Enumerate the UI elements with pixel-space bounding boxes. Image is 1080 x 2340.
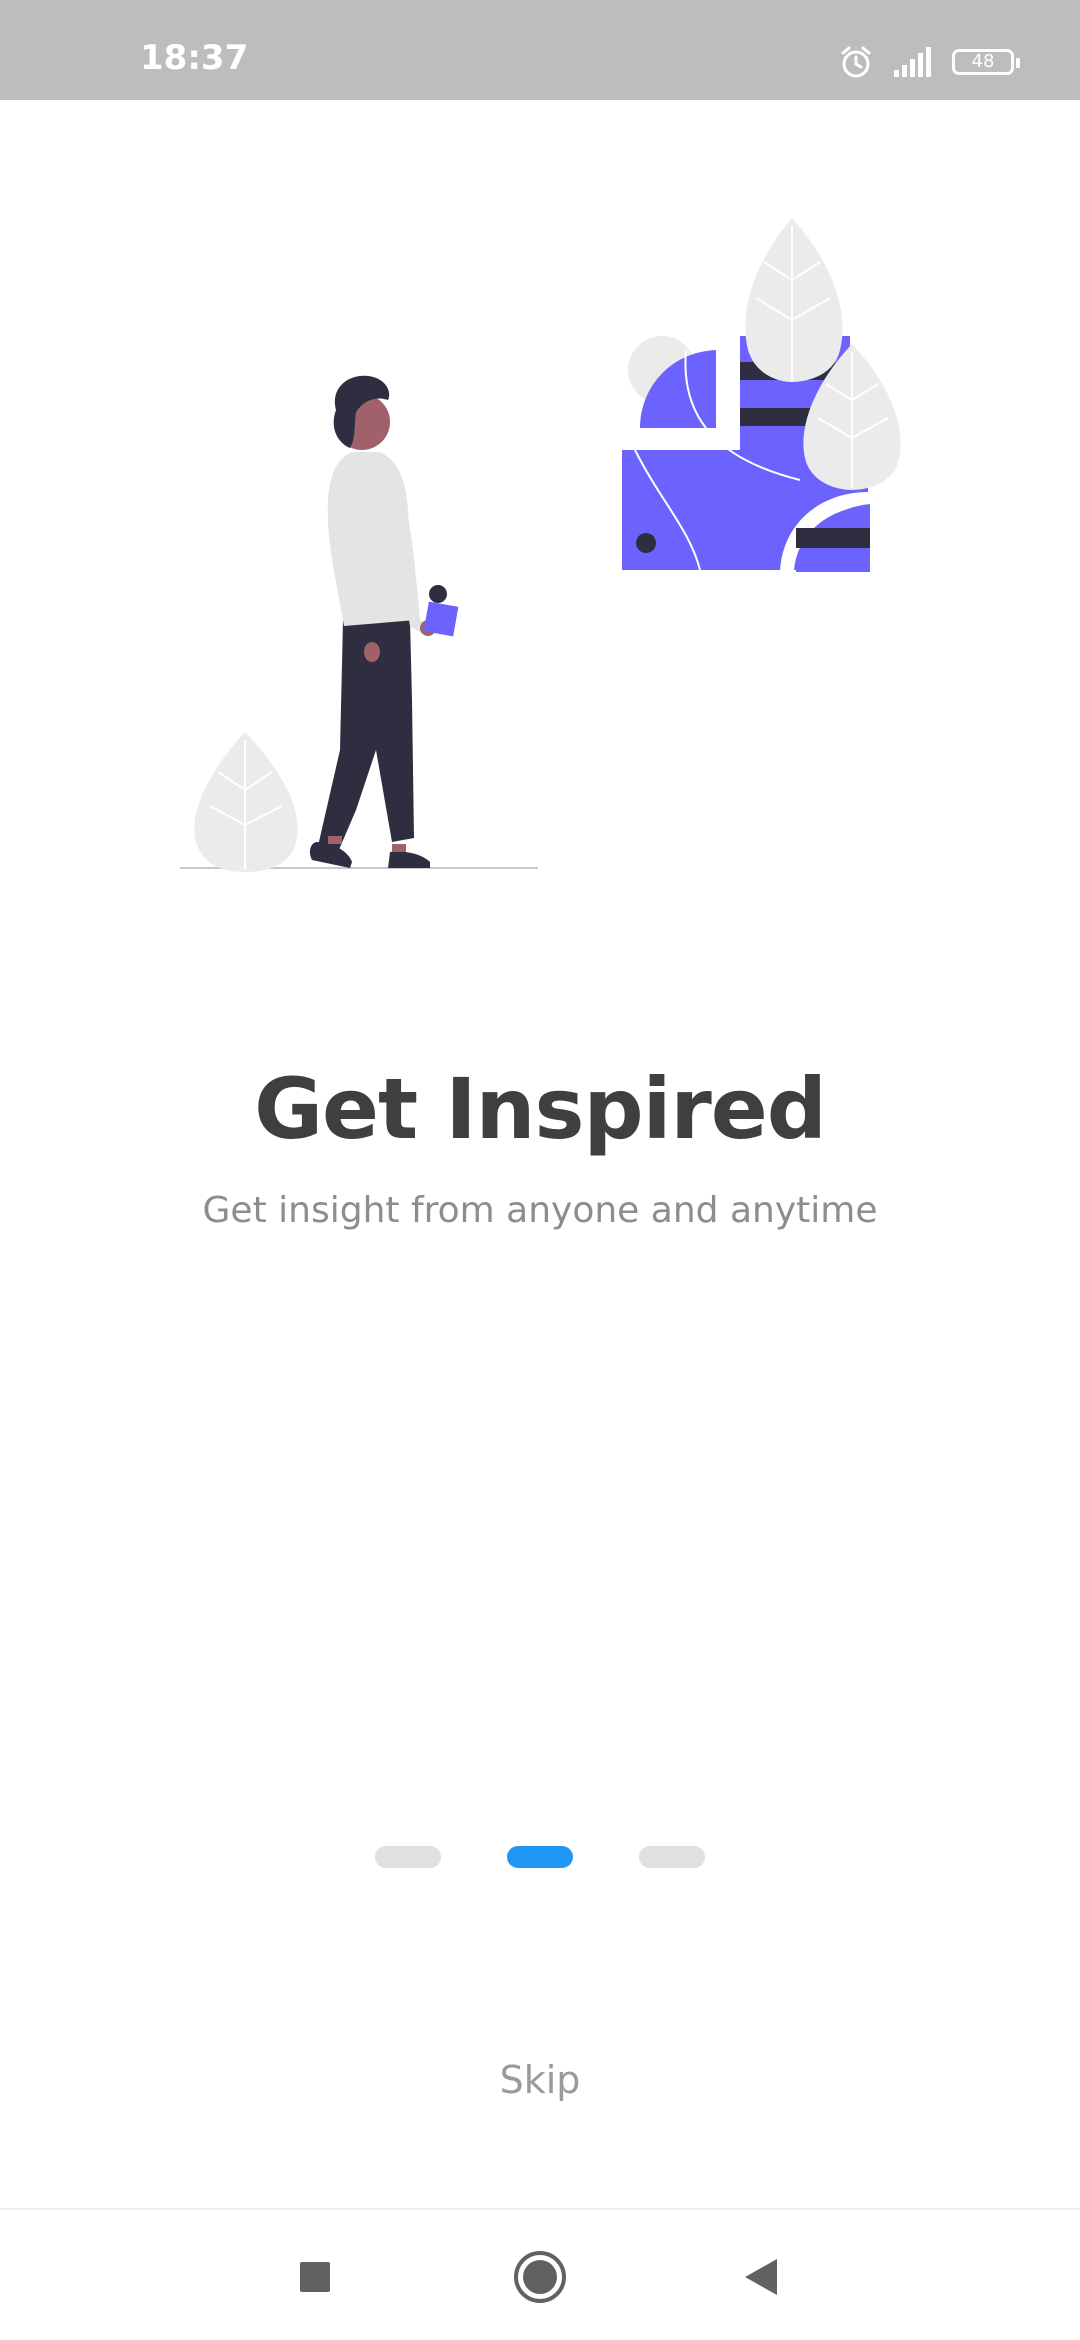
battery-level: 48	[971, 51, 995, 72]
home-button[interactable]	[505, 2242, 575, 2312]
alarm-icon	[841, 46, 871, 78]
back-triangle-icon	[745, 2259, 777, 2295]
status-bar: 18:37 48	[0, 0, 1080, 100]
page-dot-3[interactable]	[639, 1846, 705, 1868]
back-button[interactable]	[726, 2242, 796, 2312]
status-icons: 48	[838, 42, 1020, 82]
onboarding-subtitle: Get insight from anyone and anytime	[202, 1190, 878, 1231]
recents-button[interactable]	[280, 2242, 350, 2312]
person-figure	[309, 375, 436, 868]
system-nav-bar	[0, 2208, 1080, 2340]
status-time: 18:37	[140, 38, 249, 78]
leaf-plant-left	[194, 732, 298, 872]
onboarding-illustration	[180, 218, 901, 872]
recents-square-icon	[300, 2262, 330, 2292]
leaf-plant-top	[745, 218, 843, 382]
page-dot-1[interactable]	[375, 1846, 441, 1868]
battery-icon: 48	[952, 49, 1020, 75]
held-card	[423, 585, 459, 637]
skip-button[interactable]: Skip	[440, 2050, 640, 2110]
signal-icon	[894, 47, 931, 77]
page-indicator	[0, 1846, 1080, 1868]
onboarding-title: Get Inspired	[254, 1060, 827, 1158]
home-circle-icon	[514, 2251, 566, 2303]
page-dot-2-active[interactable]	[507, 1846, 573, 1868]
